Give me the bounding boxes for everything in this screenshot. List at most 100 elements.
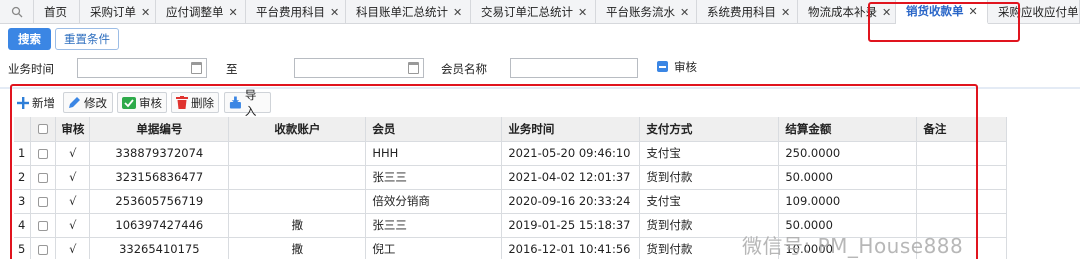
tab-system-fee-subject[interactable]: 系统费用科目 ✕ (697, 0, 798, 24)
row-number: 1 (14, 141, 32, 166)
review-filter-label: 审核 (674, 60, 697, 74)
table-row[interactable]: 3 √ 253605756719 倍效分销商 2020-09-16 20:33:24 支付… (14, 189, 1008, 214)
pay-method-cell: 支付宝 (639, 141, 780, 166)
close-icon[interactable]: ✕ (578, 1, 587, 24)
column-header[interactable]: 会员 (365, 117, 503, 142)
delete-button[interactable]: 删除 (171, 92, 219, 113)
close-icon[interactable]: ✕ (141, 1, 150, 24)
reset-filters-button[interactable]: 重置条件 (55, 28, 119, 50)
tab-platform-ledger-flow[interactable]: 平台账务流水 ✕ (596, 0, 697, 24)
doc-no-cell: 253605756719 (89, 189, 230, 214)
edit-button[interactable]: 修改 (63, 92, 113, 113)
row-checkbox[interactable] (30, 237, 57, 259)
checkbox[interactable] (38, 196, 49, 207)
doc-no-cell: 338879372074 (89, 141, 230, 166)
column-header[interactable]: 审核 (55, 117, 91, 142)
table-row[interactable]: 2 √ 323156836477 张三三 2021-04-02 12:01:37 货到付款… (14, 165, 1008, 190)
to-label: 至 (226, 62, 238, 76)
reviewed-cell: √ (55, 165, 91, 190)
plus-icon (17, 96, 29, 109)
checkbox[interactable] (38, 244, 49, 255)
row-number: 3 (14, 189, 32, 214)
review-button[interactable]: 审核 (117, 92, 167, 113)
tab-payable-adjust[interactable]: 应付调整单 ✕ (156, 0, 246, 24)
tab-sales-receipt[interactable]: 销货收款单 ✕ (896, 0, 988, 24)
pay-method-cell: 货到付款 (639, 165, 780, 190)
check-icon (122, 96, 136, 109)
tab-trade-order-summary[interactable]: 交易订单汇总统计 ✕ (471, 0, 596, 24)
member-name-label: 会员名称 (441, 62, 487, 76)
close-icon[interactable]: ✕ (453, 1, 462, 24)
tab-subject-bill-summary[interactable]: 科目账单汇总统计 ✕ (346, 0, 471, 24)
tab-platform-fee-subject[interactable]: 平台费用科目 ✕ (246, 0, 346, 24)
calendar-icon[interactable] (191, 62, 202, 74)
column-header[interactable]: 结算金额 (778, 117, 918, 142)
column-header[interactable]: 支付方式 (639, 117, 780, 142)
checkbox[interactable] (38, 172, 49, 183)
select-all-checkbox[interactable] (30, 117, 57, 142)
time-cell: 2019-01-25 15:18:37 (501, 213, 641, 238)
tab-search-icon[interactable] (0, 0, 34, 24)
row-checkbox[interactable] (30, 213, 57, 238)
time-cell: 2021-04-02 12:01:37 (501, 165, 641, 190)
column-header[interactable]: 备注 (916, 117, 1008, 142)
reviewed-cell: √ (55, 189, 91, 214)
table-row[interactable]: 1 √ 338879372074 HHH 2021-05-20 09:46:10 支付宝 2… (14, 141, 1008, 166)
time-cell: 2020-09-16 20:33:24 (501, 189, 641, 214)
add-button[interactable]: 新增 (13, 92, 59, 113)
reviewed-cell: √ (55, 237, 91, 259)
account-cell: 撒 (228, 237, 367, 259)
close-icon[interactable]: ✕ (781, 1, 790, 24)
account-cell: 撒 (228, 213, 367, 238)
pay-method-cell: 支付宝 (639, 189, 780, 214)
close-icon[interactable]: ✕ (680, 1, 689, 24)
account-cell (228, 189, 367, 214)
member-cell: HHH (365, 141, 503, 166)
pencil-icon (69, 97, 80, 108)
doc-no-cell: 33265410175 (89, 237, 230, 259)
reviewed-cell: √ (55, 213, 91, 238)
calendar-icon[interactable] (408, 62, 419, 74)
row-checkbox[interactable] (30, 165, 57, 190)
column-header[interactable]: 业务时间 (501, 117, 641, 142)
trash-icon (176, 96, 188, 109)
close-icon[interactable]: ✕ (330, 1, 339, 24)
member-cell: 倍效分销商 (365, 189, 503, 214)
watermark-text: 微信号: PM_House888 (742, 234, 964, 258)
member-cell: 张三三 (365, 213, 503, 238)
close-icon[interactable]: ✕ (229, 1, 238, 24)
close-icon[interactable]: ✕ (882, 1, 891, 24)
date-to-field[interactable] (294, 58, 424, 78)
account-cell (228, 165, 367, 190)
doc-no-cell: 106397427446 (89, 213, 230, 238)
time-cell: 2021-05-20 09:46:10 (501, 141, 641, 166)
note-cell (916, 141, 1008, 166)
amount-cell: 109.0000 (778, 189, 918, 214)
tab-purchase-ar-ap[interactable]: 采购应收应付单 (988, 0, 1080, 24)
search-button[interactable]: 搜索 (8, 28, 51, 50)
import-button[interactable]: 导入 (224, 88, 271, 118)
amount-cell: 50.0000 (778, 165, 918, 190)
column-header[interactable]: 收款账户 (228, 117, 367, 142)
member-name-field[interactable] (510, 58, 638, 78)
amount-cell: 250.0000 (778, 141, 918, 166)
note-cell (916, 165, 1008, 190)
checkbox[interactable] (38, 220, 49, 231)
date-from-field[interactable] (77, 58, 207, 78)
close-icon[interactable]: ✕ (969, 0, 978, 23)
tab-home[interactable]: 首页 (34, 0, 80, 24)
row-number-header (14, 117, 32, 142)
row-checkbox[interactable] (30, 189, 57, 214)
note-cell (916, 189, 1008, 214)
column-header[interactable]: 单据编号 (89, 117, 230, 142)
tab-logistics-cost[interactable]: 物流成本补录 ✕ (798, 0, 896, 24)
row-number: 2 (14, 165, 32, 190)
checkbox[interactable] (38, 148, 49, 159)
row-checkbox[interactable] (30, 141, 57, 166)
import-icon (229, 96, 241, 109)
doc-no-cell: 323156836477 (89, 165, 230, 190)
business-time-label: 业务时间 (8, 62, 54, 76)
tab-purchase-order[interactable]: 采购订单 ✕ (80, 0, 156, 24)
review-checkbox[interactable] (657, 61, 668, 72)
row-number: 4 (14, 213, 32, 238)
